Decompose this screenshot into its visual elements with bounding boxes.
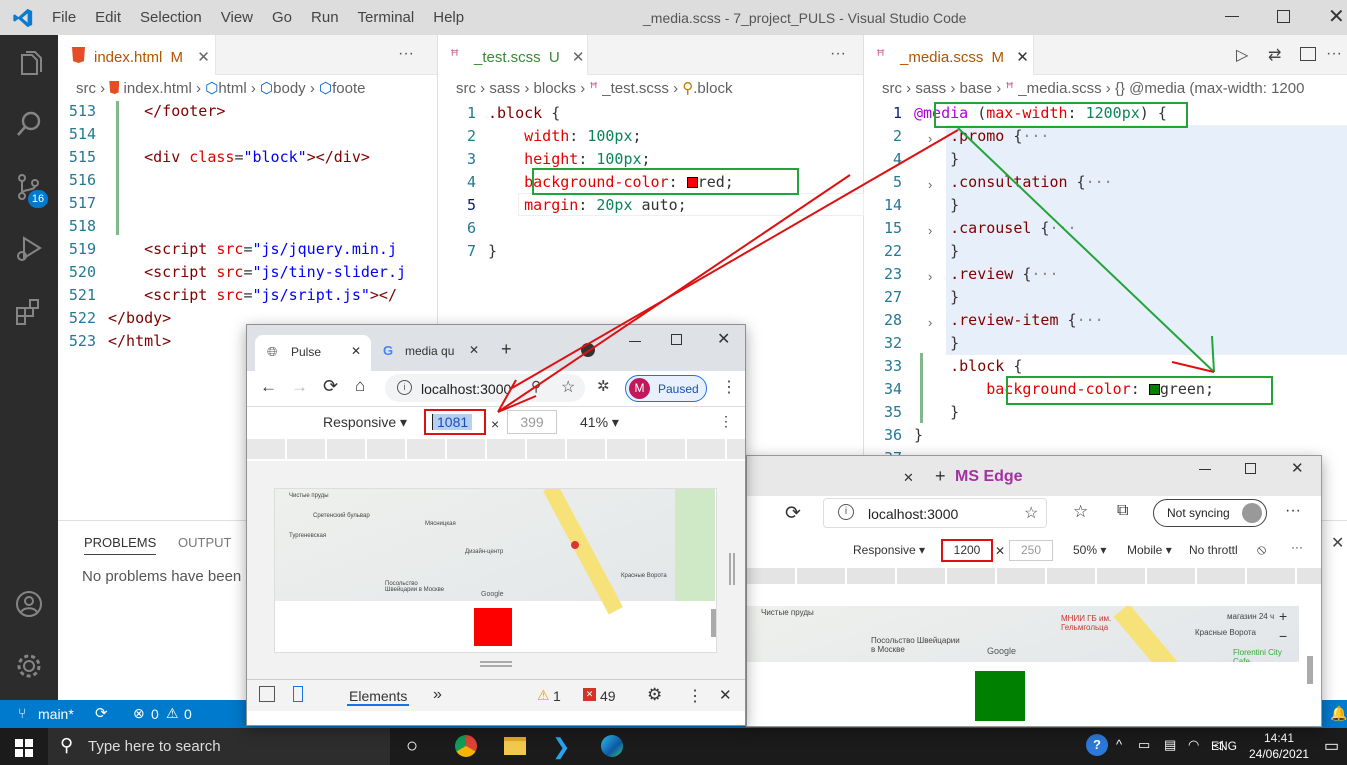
green-arrow-line — [957, 127, 1215, 373]
annotation-arrows — [497, 127, 1215, 413]
green-arrow-head-1 — [1211, 335, 1215, 373]
red-line-to-media — [511, 129, 959, 389]
